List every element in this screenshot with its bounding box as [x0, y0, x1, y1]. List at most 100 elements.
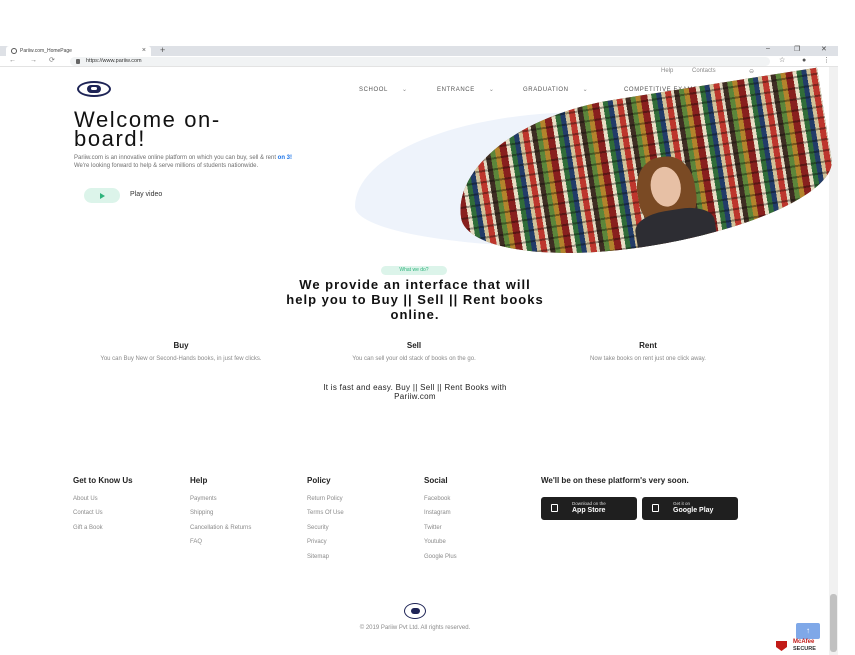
minimize-icon[interactable]: –	[766, 45, 770, 52]
fast-easy-line: Pariiw.com	[394, 392, 436, 401]
about-title-line: help you to Buy || Sell || Rent books	[286, 292, 544, 307]
window-close-icon[interactable]: ✕	[821, 45, 827, 53]
hero-desc-accent: on 3!	[277, 155, 293, 161]
section-pill: What we do?	[381, 266, 447, 275]
contacts-link[interactable]: Contacts	[692, 68, 716, 74]
store-small-label: Download on the	[572, 501, 606, 506]
feature-desc: You can Buy New or Second-Hands books, i…	[100, 356, 262, 362]
footer-logo[interactable]	[404, 603, 426, 619]
url-text: https://www.pariiw.com	[86, 58, 142, 64]
scrollbar-thumb[interactable]	[830, 594, 837, 652]
reload-icon[interactable]: ⟳	[49, 56, 55, 66]
feature-rent: Rent Now take books on rent just one cli…	[553, 341, 743, 363]
bookmark-star-icon[interactable]: ☆	[779, 56, 785, 66]
google-play-button[interactable]: Get it on Google Play	[642, 497, 738, 520]
cart-icon[interactable]: ⊖	[749, 68, 754, 75]
browser-tab-bar: Pariiw.com_HomePage × + – ❐ ✕	[0, 45, 838, 56]
nav-entrance-label: ENTRANCE	[437, 87, 475, 93]
play-video-label[interactable]: Play video	[130, 191, 162, 198]
forward-icon[interactable]: →	[30, 56, 37, 66]
about-title: We provide an interface that will help y…	[240, 277, 590, 322]
feature-sell: Sell You can sell your old stack of book…	[319, 341, 509, 363]
store-big-label: App Store	[572, 507, 606, 514]
footer-link[interactable]: About Us	[73, 492, 188, 506]
footer-link[interactable]: Facebook	[424, 492, 539, 506]
feature-desc: You can sell your old stack of books on …	[352, 356, 476, 362]
footer-link[interactable]: Terms Of Use	[307, 506, 422, 520]
tab-close-icon[interactable]: ×	[142, 46, 146, 56]
play-video-button[interactable]	[84, 188, 120, 203]
help-link[interactable]: Help	[661, 68, 673, 74]
tab-title: Pariiw.com_HomePage	[20, 48, 72, 54]
about-title-line: online.	[390, 307, 440, 322]
about-title-line: We provide an interface that will	[299, 277, 531, 292]
footer-link[interactable]: Security	[307, 521, 422, 535]
logo-mark-icon	[87, 85, 101, 93]
feature-title: Sell	[406, 341, 422, 350]
profile-icon[interactable]: ●	[802, 56, 806, 66]
mcafee-secure-badge[interactable]: McAfee SECURE	[776, 639, 828, 653]
footer-link[interactable]: Contact Us	[73, 506, 188, 520]
footer-col-social: Social Facebook Instagram Twitter Youtub…	[424, 476, 539, 564]
chevron-down-icon: ⌄	[582, 87, 589, 93]
logo-mark-icon	[410, 608, 420, 614]
nav-school[interactable]: SCHOOL ⌄	[359, 86, 408, 93]
hero-desc-text: We're looking forward to help & serve mi…	[74, 163, 259, 169]
footer-link[interactable]: Payments	[190, 492, 305, 506]
footer-col-title: Policy	[307, 476, 331, 485]
feature-title: Buy	[173, 341, 189, 350]
feature-title: Rent	[639, 341, 657, 350]
footer-col-help: Help Payments Shipping Cancellation & Re…	[190, 476, 305, 550]
fast-easy-line: It is fast and easy. Buy || Sell || Rent…	[323, 383, 507, 392]
nav-graduation[interactable]: GRADUATION ⌄	[523, 86, 588, 93]
hero-desc-text: Pariiw.com is an innovative online platf…	[74, 155, 278, 161]
scroll-to-top-button[interactable]: ↑	[796, 623, 820, 639]
footer-col-policy: Policy Return Policy Terms Of Use Securi…	[307, 476, 422, 564]
nav-graduation-label: GRADUATION	[523, 87, 569, 93]
footer-col-title: Help	[190, 476, 208, 485]
footer-link[interactable]: Google Plus	[424, 550, 539, 564]
site-logo[interactable]	[77, 81, 111, 97]
new-tab-icon[interactable]: +	[160, 45, 165, 55]
play-store-icon	[652, 504, 659, 512]
nav-school-label: SCHOOL	[359, 87, 388, 93]
footer-link[interactable]: Cancellation & Returns	[190, 521, 305, 535]
url-input[interactable]: https://www.pariiw.com	[70, 57, 770, 66]
footer-link[interactable]: Gift a Book	[73, 521, 188, 535]
store-big-label: Google Play	[673, 507, 714, 514]
footer-link[interactable]: Twitter	[424, 521, 539, 535]
play-icon	[100, 193, 105, 199]
maximize-icon[interactable]: ❐	[794, 45, 800, 53]
badge-line: SECURE	[793, 646, 816, 652]
address-bar: ← → ⟳ https://www.pariiw.com ☆ ● ⋮	[0, 56, 838, 67]
browser-tab[interactable]: Pariiw.com_HomePage ×	[6, 46, 151, 56]
badge-line: McAfee	[793, 639, 815, 645]
chevron-down-icon: ⌄	[488, 87, 495, 93]
footer-link[interactable]: Sitemap	[307, 550, 422, 564]
footer-link[interactable]: FAQ	[190, 535, 305, 549]
tab-favicon-icon	[11, 48, 17, 54]
footer-link[interactable]: Instagram	[424, 506, 539, 520]
browser-menu-icon[interactable]: ⋮	[823, 56, 830, 66]
nav-entrance[interactable]: ENTRANCE ⌄	[437, 86, 494, 93]
hero-title: Welcome on- board!	[74, 109, 344, 151]
hero-image-books	[446, 67, 841, 275]
footer-col-title: Get to Know Us	[73, 476, 133, 485]
footer-link[interactable]: Return Policy	[307, 492, 422, 506]
fast-easy-text: It is fast and easy. Buy || Sell || Rent…	[270, 383, 560, 401]
app-store-button[interactable]: Download on the App Store	[541, 497, 637, 520]
footer-col-get-to-know-us: Get to Know Us About Us Contact Us Gift …	[73, 476, 188, 535]
back-icon[interactable]: ←	[9, 56, 16, 66]
copyright-text: © 2019 Pariiw Pvt Ltd. All rights reserv…	[359, 625, 471, 631]
hero-title-line: board!	[74, 126, 146, 151]
screen-margin	[0, 0, 855, 46]
footer-link[interactable]: Shipping	[190, 506, 305, 520]
hero-description: Pariiw.com is an innovative online platf…	[74, 154, 336, 170]
footer-link[interactable]: Privacy	[307, 535, 422, 549]
apple-icon	[551, 504, 558, 512]
footer-link[interactable]: Youtube	[424, 535, 539, 549]
feature-buy: Buy You can Buy New or Second-Hands book…	[86, 341, 276, 363]
store-small-label: Get it on	[673, 501, 691, 506]
chevron-down-icon: ⌄	[401, 87, 408, 93]
feature-desc: Now take books on rent just one click aw…	[590, 356, 706, 362]
